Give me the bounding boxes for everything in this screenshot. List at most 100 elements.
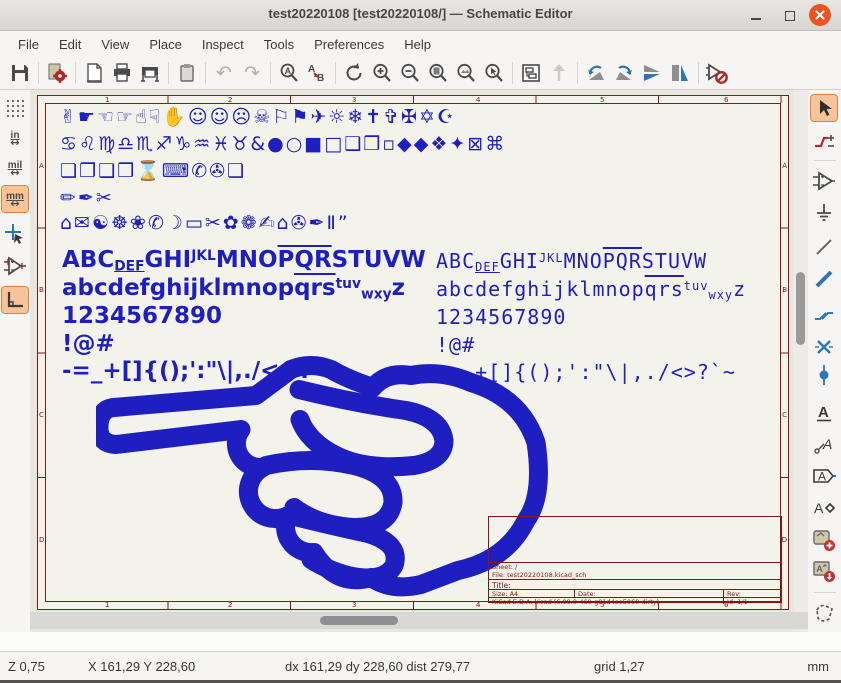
draw-shape-button[interactable] bbox=[811, 600, 837, 626]
annotate-disabled-button[interactable] bbox=[703, 59, 731, 87]
titlebar[interactable]: test20220108 [test20220108/] — Schematic… bbox=[0, 0, 841, 31]
zoom-out-icon bbox=[399, 62, 421, 84]
opamp-pins-icon bbox=[3, 255, 27, 277]
opamp-prohibited-icon bbox=[705, 61, 729, 85]
frame-row-label: D bbox=[39, 536, 44, 544]
net-label-icon: A bbox=[813, 434, 835, 456]
global-label-icon: A bbox=[812, 466, 836, 486]
units-mils-button[interactable]: mil↔ bbox=[2, 155, 28, 181]
schematic-editor-window: { "window": { "title": "test20220108 [te… bbox=[0, 0, 841, 683]
page-settings-button[interactable] bbox=[80, 59, 108, 87]
floppy-icon bbox=[9, 62, 31, 84]
find-button[interactable]: A bbox=[275, 59, 303, 87]
main-toolbar: ↶ ↷ A AB bbox=[0, 57, 841, 90]
vertical-scrollbar-thumb[interactable] bbox=[796, 272, 805, 345]
sheet-setup-button[interactable] bbox=[43, 59, 71, 87]
hv-lines-button[interactable] bbox=[2, 287, 28, 313]
svg-text:A: A bbox=[818, 470, 826, 484]
status-units: mm bbox=[807, 659, 829, 674]
status-delta: dx 161,29 dy 228,60 dist 279,77 bbox=[285, 659, 470, 674]
menu-tools[interactable]: Tools bbox=[254, 34, 304, 55]
refresh-button[interactable] bbox=[340, 59, 368, 87]
units-mm-button[interactable]: mm↔ bbox=[2, 186, 28, 212]
zoom-selection-button[interactable] bbox=[480, 59, 508, 87]
frame-row-label: C bbox=[39, 411, 44, 419]
rotate-ccw-button[interactable] bbox=[582, 59, 610, 87]
paste-button[interactable] bbox=[173, 59, 201, 87]
bus-entry-icon bbox=[813, 303, 835, 323]
find-replace-button[interactable]: AB bbox=[303, 59, 331, 87]
mirror-horizontal-button[interactable] bbox=[666, 59, 694, 87]
horizontal-scrollbar-thumb[interactable] bbox=[320, 616, 398, 625]
select-tool-button[interactable] bbox=[811, 95, 837, 121]
zoom-out-button[interactable] bbox=[396, 59, 424, 87]
sheet-icon bbox=[812, 528, 836, 552]
hidden-pins-button[interactable] bbox=[2, 253, 28, 279]
menu-view[interactable]: View bbox=[91, 34, 139, 55]
crosshair-toggle-button[interactable] bbox=[2, 221, 28, 247]
glyph-row-5: ⌂✉☯☸❀✆☽▭✂✿❁✍⌂✇✒Ⅱ” bbox=[60, 214, 350, 233]
add-bus-button[interactable] bbox=[811, 266, 837, 292]
hierarchy-icon bbox=[520, 62, 542, 84]
vertical-scrollbar[interactable] bbox=[793, 90, 808, 632]
mils-unit-icon: mil↔ bbox=[8, 161, 22, 175]
add-bus-entry-button[interactable] bbox=[811, 300, 837, 326]
window-title: test20220108 [test20220108/] — Schematic… bbox=[0, 6, 841, 21]
maximize-button[interactable] bbox=[778, 4, 800, 26]
opamp-icon bbox=[812, 170, 836, 192]
menu-file[interactable]: File bbox=[8, 34, 49, 55]
add-net-label-button[interactable]: A bbox=[811, 432, 837, 458]
page-gear-icon bbox=[46, 62, 68, 84]
grid-toggle-button[interactable] bbox=[2, 95, 28, 121]
add-sheet-button[interactable] bbox=[811, 527, 837, 553]
leave-sheet-button[interactable] bbox=[545, 59, 573, 87]
save-button[interactable] bbox=[6, 59, 34, 87]
add-symbol-button[interactable] bbox=[811, 168, 837, 194]
menu-help[interactable]: Help bbox=[394, 34, 441, 55]
sheet-paper[interactable]: 1 2 3 4 5 6 1 2 3 4 5 6 A B C D A B C D … bbox=[37, 95, 789, 610]
bus-icon bbox=[814, 269, 834, 289]
titleblock-rev: Rev: bbox=[723, 590, 744, 597]
refresh-icon bbox=[343, 62, 365, 84]
undo-button[interactable]: ↶ bbox=[210, 59, 238, 87]
rotate-ccw-icon bbox=[585, 62, 607, 84]
redo-button[interactable]: ↷ bbox=[238, 59, 266, 87]
menu-edit[interactable]: Edit bbox=[49, 34, 91, 55]
horizontal-scrollbar[interactable] bbox=[30, 612, 808, 629]
menu-inspect[interactable]: Inspect bbox=[192, 34, 254, 55]
print-button[interactable] bbox=[108, 59, 136, 87]
no-connect-button[interactable] bbox=[811, 334, 837, 360]
mirror-vertical-icon bbox=[641, 62, 663, 84]
junction-icon bbox=[815, 364, 833, 386]
add-text-button[interactable]: A bbox=[811, 400, 837, 426]
import-sheet-pin-button[interactable]: A bbox=[811, 558, 837, 584]
no-connect-icon bbox=[815, 338, 833, 356]
close-button[interactable] bbox=[809, 4, 831, 26]
rotate-cw-button[interactable] bbox=[610, 59, 638, 87]
zoom-objects-button[interactable] bbox=[452, 59, 480, 87]
ground-icon bbox=[814, 202, 834, 224]
plot-button[interactable] bbox=[136, 59, 164, 87]
add-hier-label-button[interactable]: A bbox=[811, 495, 837, 521]
add-junction-button[interactable] bbox=[811, 362, 837, 388]
plotter-icon bbox=[139, 62, 161, 84]
units-inches-button[interactable]: in↔ bbox=[2, 125, 28, 151]
mirror-vertical-button[interactable] bbox=[638, 59, 666, 87]
rotate-cw-icon bbox=[613, 62, 635, 84]
menu-place[interactable]: Place bbox=[139, 34, 192, 55]
wire-icon bbox=[814, 237, 834, 257]
highlight-net-button[interactable] bbox=[811, 128, 837, 154]
minimize-button[interactable] bbox=[745, 4, 767, 26]
dashed-shape-icon bbox=[813, 602, 835, 624]
frame-col-label: 4 bbox=[476, 96, 480, 104]
zoom-fit-button[interactable] bbox=[424, 59, 452, 87]
frame-row-label: C bbox=[782, 411, 787, 419]
menu-preferences[interactable]: Preferences bbox=[304, 34, 394, 55]
schematic-canvas[interactable]: 1 2 3 4 5 6 1 2 3 4 5 6 A B C D A B C D … bbox=[30, 90, 808, 632]
right-angle-icon bbox=[5, 290, 25, 310]
zoom-in-button[interactable] bbox=[368, 59, 396, 87]
add-global-label-button[interactable]: A bbox=[811, 463, 837, 489]
add-power-button[interactable] bbox=[811, 200, 837, 226]
add-wire-button[interactable] bbox=[811, 234, 837, 260]
hierarchy-navigator-button[interactable] bbox=[517, 59, 545, 87]
